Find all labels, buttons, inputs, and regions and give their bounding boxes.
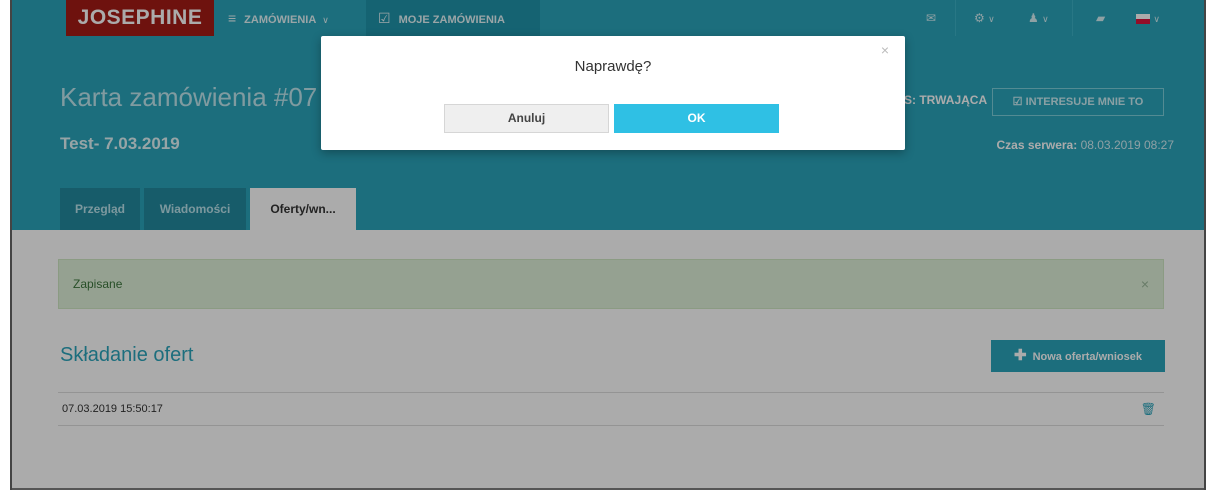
confirm-dialog: × Naprawdę? Anuluj OK xyxy=(321,36,905,150)
app-frame: JOSEPHINE ≡ ZAMÓWIENIA ∨ ☑ MOJE ZAMÓWIENIA … xyxy=(10,0,1206,490)
cancel-button[interactable]: Anuluj xyxy=(444,104,609,133)
ok-button[interactable]: OK xyxy=(614,104,779,133)
dialog-title: Naprawdę? xyxy=(574,58,652,75)
close-icon[interactable]: × xyxy=(881,42,889,58)
